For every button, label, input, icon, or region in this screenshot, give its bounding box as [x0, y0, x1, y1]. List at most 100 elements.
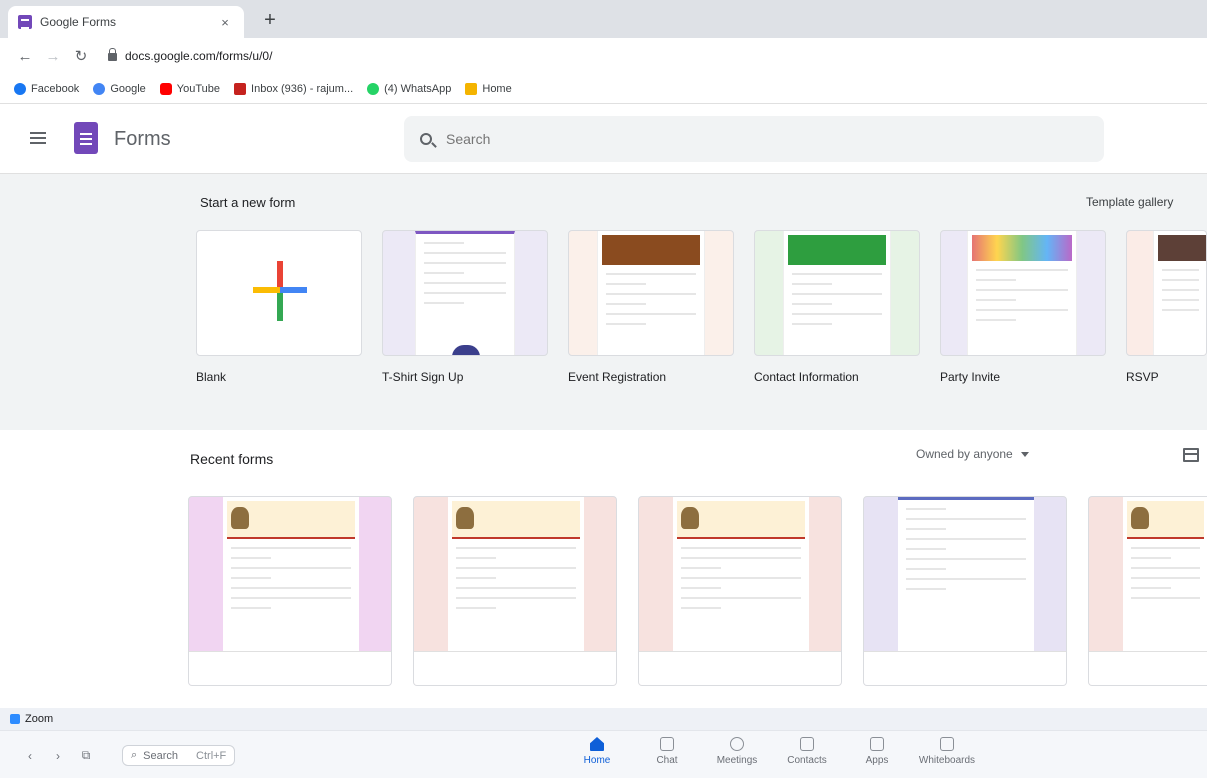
template-thumbnail[interactable] [754, 230, 920, 356]
recent-forms-heading: Recent forms [190, 451, 274, 467]
url-text: docs.google.com/forms/u/0/ [125, 49, 273, 63]
home-icon [590, 737, 604, 751]
search-input[interactable] [446, 131, 1046, 147]
template-thumbnail[interactable] [568, 230, 734, 356]
address-row: ← → ↻ docs.google.com/forms/u/0/ [0, 38, 1207, 74]
recent-form-card[interactable] [413, 496, 617, 686]
form-preview [223, 497, 359, 653]
clock-icon [730, 737, 744, 751]
plus-icon [253, 261, 307, 321]
card-footer [864, 651, 1066, 685]
template-label: Contact Information [754, 370, 859, 384]
dropdown-caret-icon [1020, 451, 1029, 457]
youtube-icon [159, 82, 172, 95]
card-footer [639, 651, 841, 685]
owner-filter-dropdown[interactable]: Owned by anyone [916, 447, 1029, 461]
zoom-nav: Home Chat Meetings Contacts Apps Whitebo… [562, 737, 982, 766]
template-preview [597, 231, 705, 355]
forms-logo-icon[interactable] [74, 122, 98, 154]
recent-form-card[interactable] [863, 496, 1067, 686]
template-preview [415, 231, 515, 355]
template-contact-information[interactable]: Contact Information [754, 230, 920, 384]
emblem-icon [456, 507, 474, 529]
template-thumbnail[interactable] [940, 230, 1106, 356]
owner-filter-label: Owned by anyone [916, 447, 1013, 461]
template-thumbnail[interactable] [1126, 230, 1207, 356]
start-new-form-panel: Start a new form Template gallery Blank … [0, 174, 1207, 430]
chat-icon [660, 737, 674, 751]
bookmark-home[interactable]: Home [465, 82, 512, 95]
template-preview [783, 231, 891, 355]
apps-grid-icon [465, 82, 478, 95]
main-menu-icon[interactable] [30, 132, 46, 144]
zoom-toolbar: ‹ › ⧉ ⌕ Search Ctrl+F Home Chat Meetings… [0, 730, 1207, 778]
list-view-toggle-icon[interactable] [1183, 448, 1199, 462]
template-label: T-Shirt Sign Up [382, 370, 464, 384]
tab-title: Google Forms [40, 15, 117, 29]
template-label: Party Invite [940, 370, 1001, 384]
bookmark-gmail[interactable]: Inbox (936) - rajum... [234, 82, 353, 95]
google-icon [93, 82, 106, 95]
zoom-history-icon[interactable]: ⧉ [76, 748, 96, 763]
zoom-nav-contacts[interactable]: Contacts [772, 737, 842, 766]
zoom-nav-apps[interactable]: Apps [842, 737, 912, 766]
template-event-registration[interactable]: Event Registration [568, 230, 734, 384]
search-box[interactable] [404, 116, 1104, 162]
template-preview [967, 231, 1077, 355]
zoom-logo-icon [10, 714, 20, 724]
form-preview [673, 497, 809, 653]
template-thumbnail[interactable] [382, 230, 548, 356]
template-preview [1153, 231, 1206, 355]
emblem-icon [1131, 507, 1149, 529]
reload-icon[interactable]: ↻ [70, 47, 92, 65]
zoom-search-label: Search [143, 749, 179, 762]
form-preview [1123, 497, 1207, 653]
form-preview [448, 497, 584, 653]
template-thumbnail[interactable] [196, 230, 362, 356]
zoom-search-box[interactable]: ⌕ Search Ctrl+F [122, 745, 236, 766]
contacts-icon [800, 737, 814, 751]
lock-icon [108, 48, 117, 61]
whiteboard-icon [940, 737, 954, 751]
forms-favicon-icon [18, 15, 32, 29]
forward-arrow-icon[interactable]: → [42, 48, 64, 65]
back-arrow-icon[interactable]: ← [14, 48, 36, 65]
app-title[interactable]: Forms [114, 128, 171, 151]
facebook-icon [14, 82, 26, 95]
zoom-toolbar-left: ‹ › ⧉ ⌕ Search Ctrl+F [20, 745, 236, 766]
close-tab-icon[interactable]: × [216, 15, 234, 30]
template-blank[interactable]: Blank [196, 230, 362, 384]
template-party-invite[interactable]: Party Invite [940, 230, 1106, 384]
whatsapp-icon [367, 82, 380, 95]
search-icon[interactable] [420, 133, 432, 145]
template-rsvp[interactable]: RSVP [1126, 230, 1207, 384]
form-preview [898, 497, 1034, 653]
recent-form-card[interactable] [188, 496, 392, 686]
card-footer [414, 651, 616, 685]
zoom-nav-home[interactable]: Home [562, 737, 632, 766]
recent-form-card[interactable] [1088, 496, 1207, 686]
bookmark-youtube[interactable]: YouTube [159, 82, 220, 95]
bookmark-whatsapp[interactable]: (4) WhatsApp [367, 82, 451, 95]
template-gallery-button[interactable]: Template gallery [1086, 195, 1173, 209]
zoom-forward-icon[interactable]: › [48, 749, 68, 763]
card-footer [1089, 651, 1207, 685]
apps-icon [870, 737, 884, 751]
forms-header: Forms [0, 104, 1207, 174]
zoom-window-titlebar: Zoom [0, 708, 1207, 730]
zoom-app-name: Zoom [25, 713, 54, 725]
url-bar[interactable]: docs.google.com/forms/u/0/ [108, 48, 273, 63]
browser-tab[interactable]: Google Forms × [8, 6, 244, 38]
zoom-nav-meetings[interactable]: Meetings [702, 737, 772, 766]
new-tab-button[interactable]: + [258, 9, 282, 33]
bookmark-facebook[interactable]: Facebook [14, 82, 79, 95]
bookmark-google[interactable]: Google [93, 82, 146, 95]
template-tshirt-signup[interactable]: T-Shirt Sign Up [382, 230, 548, 384]
browser-tab-bar: Google Forms × + [0, 0, 1207, 38]
recent-form-card[interactable] [638, 496, 842, 686]
gmail-icon [234, 82, 247, 95]
zoom-search-icon: ⌕ [131, 749, 138, 761]
zoom-nav-chat[interactable]: Chat [632, 737, 702, 766]
zoom-nav-whiteboards[interactable]: Whiteboards [912, 737, 982, 766]
zoom-back-icon[interactable]: ‹ [20, 749, 40, 763]
